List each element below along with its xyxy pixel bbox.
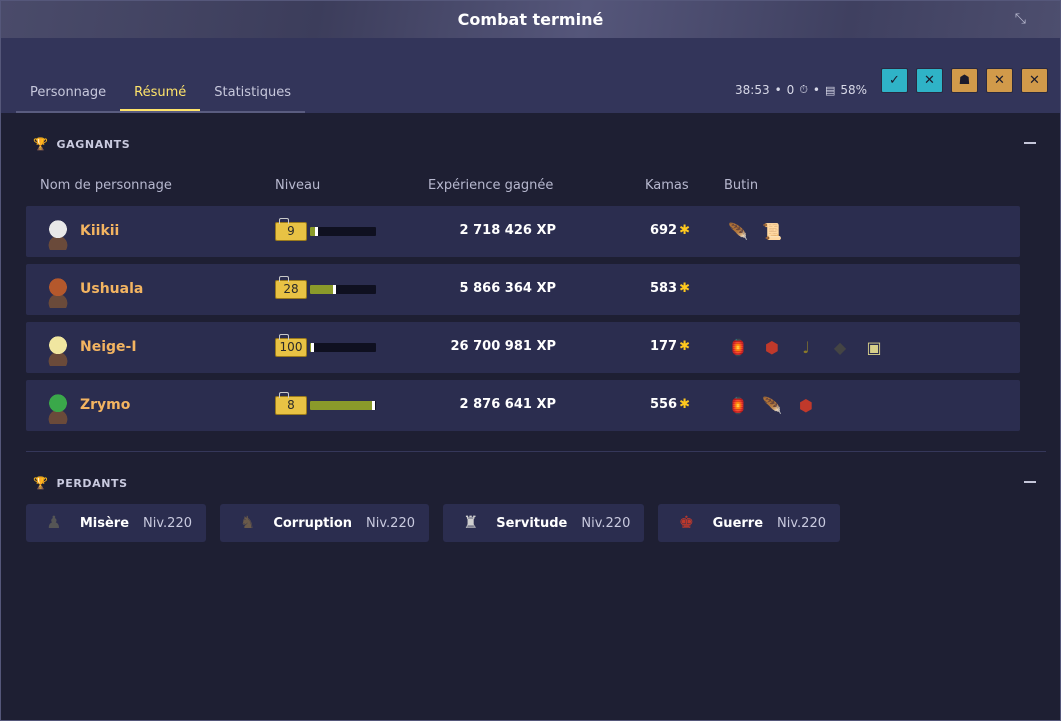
- losers-heading: 🏆 PERDANTS: [33, 476, 128, 490]
- lantern-icon[interactable]: 🏮: [726, 335, 750, 359]
- loser-card[interactable]: ♟ Misère Niv.220: [26, 504, 206, 542]
- loser-level: Niv.220: [581, 515, 631, 531]
- tab-personnage[interactable]: Personnage: [16, 78, 120, 111]
- trophy-icon: 🏆: [33, 476, 49, 490]
- kamas-icon: ✱: [679, 397, 690, 412]
- loser-card[interactable]: ♚ Guerre Niv.220: [658, 504, 840, 542]
- feather-icon[interactable]: 🪶: [726, 219, 750, 243]
- resource-icon[interactable]: ▣: [862, 335, 886, 359]
- collapse-icon[interactable]: ⤡: [1015, 11, 1026, 27]
- challenge-icon-4[interactable]: ✕: [986, 68, 1013, 93]
- kamas-icon: ✱: [679, 281, 690, 296]
- monster-servitude-icon: ♜: [463, 513, 479, 533]
- loot-list: 🏮 🪶 ⬢: [726, 393, 818, 417]
- xp-gained: 2 718 426 XP: [459, 223, 556, 238]
- header-bar: Personnage Résumé Statistiques 38:53 • 0…: [1, 38, 1060, 113]
- trophy-icon: 🏆: [33, 137, 49, 151]
- winners-heading: 🏆 GAGNANTS: [33, 137, 131, 151]
- loser-level: Niv.220: [777, 515, 826, 531]
- character-name[interactable]: Ushuala: [80, 281, 143, 297]
- character-avatar-icon: [44, 334, 72, 366]
- collapse-losers-button[interactable]: [1024, 481, 1036, 483]
- scroll-icon[interactable]: 📜: [760, 219, 784, 243]
- window-title: Combat terminé: [457, 10, 604, 29]
- gem-icon[interactable]: ⬢: [760, 335, 784, 359]
- winner-row[interactable]: Zrymo 8 2 876 641 XP 556 ✱ 🏮 🪶 ⬢: [26, 380, 1020, 431]
- winner-row[interactable]: Neige-I 100 26 700 981 XP 177 ✱ 🏮 ⬢ ♩ ◆ ▣: [26, 322, 1020, 373]
- collapse-winners-button[interactable]: [1024, 142, 1036, 144]
- kamas-icon: ✱: [679, 339, 690, 354]
- level-progress-bar: [310, 343, 376, 352]
- level-progress-fill: [310, 401, 375, 410]
- column-kamas: Kamas: [645, 178, 689, 193]
- chest-icon: ▤: [824, 83, 836, 97]
- monster-guerre-icon: ♚: [678, 513, 694, 533]
- xp-gained: 5 866 364 XP: [459, 281, 556, 296]
- xp-gained: 26 700 981 XP: [450, 339, 557, 354]
- loser-name: Servitude: [496, 515, 568, 531]
- title-bar[interactable]: Combat terminé ⤡: [1, 1, 1060, 38]
- tab-statistiques[interactable]: Statistiques: [200, 78, 305, 111]
- challenge-percent: 58%: [840, 83, 868, 97]
- loser-card[interactable]: ♜ Servitude Niv.220: [443, 504, 644, 542]
- level-badge: 9: [275, 218, 307, 241]
- loser-card[interactable]: ♞ Corruption Niv.220: [220, 504, 429, 542]
- kamas-gained: 556 ✱: [649, 397, 690, 412]
- kamas-gained: 177 ✱: [649, 339, 690, 354]
- challenge-icon-2[interactable]: ✕: [916, 68, 943, 93]
- kamas-gained: 583 ✱: [649, 281, 690, 296]
- character-name[interactable]: Kiikii: [80, 223, 119, 239]
- level-badge: 8: [275, 392, 307, 415]
- monster-misere-icon: ♟: [46, 513, 62, 533]
- fight-duration: 38:53: [735, 83, 770, 97]
- level-progress-fill: [310, 343, 314, 352]
- character-avatar-icon: [44, 276, 72, 308]
- gem-icon[interactable]: ⬢: [794, 393, 818, 417]
- loser-name: Guerre: [712, 515, 764, 531]
- challenge-icon-3[interactable]: ☗: [951, 68, 978, 93]
- winner-row[interactable]: Ushuala 28 5 866 364 XP 583 ✱: [26, 264, 1020, 315]
- column-name: Nom de personnage: [40, 178, 172, 193]
- feather-icon[interactable]: 🪶: [760, 393, 784, 417]
- fight-info: 38:53 • 0 ⏱ • ▤ 58%: [735, 83, 868, 97]
- character-avatar-icon: [44, 392, 72, 424]
- ore-icon[interactable]: ◆: [828, 335, 852, 359]
- column-loot: Butin: [724, 178, 759, 193]
- loot-list: 🏮 ⬢ ♩ ◆ ▣: [726, 335, 886, 359]
- loser-level: Niv.220: [143, 515, 192, 531]
- challenge-icons: ✓ ✕ ☗ ✕ ✕: [881, 68, 1048, 93]
- horn-icon[interactable]: ♩: [794, 335, 818, 359]
- level-badge: 100: [275, 334, 307, 357]
- level-progress-fill: [310, 285, 337, 294]
- character-name[interactable]: Neige-I: [80, 339, 137, 355]
- column-xp: Expérience gagnée: [428, 178, 554, 193]
- level-progress-bar: [310, 227, 376, 236]
- level-badge: 28: [275, 276, 307, 299]
- monster-corruption-icon: ♞: [240, 513, 256, 533]
- section-divider: [26, 451, 1046, 452]
- loser-level: Niv.220: [366, 515, 415, 531]
- level-progress-bar: [310, 401, 376, 410]
- xp-gained: 2 876 641 XP: [459, 397, 556, 412]
- loot-list: 🪶 📜: [726, 219, 784, 243]
- challenge-icon-5[interactable]: ✕: [1021, 68, 1048, 93]
- loser-name: Misère: [79, 515, 130, 531]
- tab-resume[interactable]: Résumé: [120, 78, 201, 111]
- timer-icon: ⏱: [799, 83, 808, 96]
- combat-result-window: Combat terminé ⤡ Personnage Résumé Stati…: [0, 0, 1061, 721]
- winner-row[interactable]: Kiikii 9 2 718 426 XP 692 ✱ 🪶 📜: [26, 206, 1020, 257]
- kamas-gained: 692 ✱: [649, 223, 690, 238]
- turn-count: 0: [786, 83, 795, 97]
- lantern-icon[interactable]: 🏮: [726, 393, 750, 417]
- loser-name: Corruption: [273, 515, 353, 531]
- column-level: Niveau: [275, 178, 321, 193]
- character-avatar-icon: [44, 218, 72, 250]
- level-progress-fill: [310, 227, 318, 236]
- tab-bar: Personnage Résumé Statistiques: [16, 78, 306, 113]
- level-progress-bar: [310, 285, 376, 294]
- kamas-icon: ✱: [679, 223, 690, 238]
- challenge-icon-1[interactable]: ✓: [881, 68, 908, 93]
- character-name[interactable]: Zrymo: [80, 397, 130, 413]
